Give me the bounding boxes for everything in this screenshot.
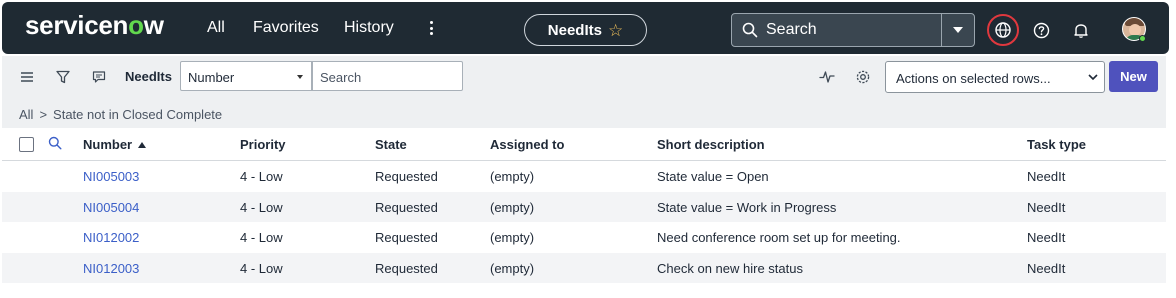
breadcrumb: All > State not in Closed Complete xyxy=(2,98,1166,128)
chevron-down-icon xyxy=(1088,74,1098,81)
new-button[interactable]: New xyxy=(1109,61,1158,92)
context-pill-label: NeedIts xyxy=(547,21,602,39)
cell-assigned-to: (empty) xyxy=(490,169,535,184)
global-search[interactable]: Search xyxy=(731,13,975,47)
nav-history[interactable]: History xyxy=(344,19,394,37)
list-search-input[interactable]: Search xyxy=(312,61,463,91)
comment-icon xyxy=(92,71,106,83)
cell-task-type: NeedIt xyxy=(1027,230,1066,245)
list-settings-button[interactable] xyxy=(853,67,873,87)
search-icon xyxy=(48,136,62,150)
record-number-link[interactable]: NI005003 xyxy=(83,169,139,184)
column-header-short-description[interactable]: Short description xyxy=(657,137,765,152)
cell-state: Requested xyxy=(375,169,438,184)
cell-task-type: NeedIt xyxy=(1027,260,1066,276)
table-footer-spacer xyxy=(2,283,1166,298)
cell-task-type: NeedIt xyxy=(1027,169,1066,184)
column-search-button[interactable] xyxy=(48,136,62,155)
actions-select-value: Actions on selected rows... xyxy=(896,71,1051,86)
column-header-task-type[interactable]: Task type xyxy=(1027,137,1086,152)
actions-select[interactable]: Actions on selected rows... xyxy=(885,61,1105,93)
menu-icon xyxy=(21,72,33,82)
cell-assigned-to: (empty) xyxy=(490,260,535,276)
breadcrumb-all[interactable]: All xyxy=(19,107,33,122)
column-header-state[interactable]: State xyxy=(375,137,407,152)
list-search-placeholder: Search xyxy=(320,70,362,85)
column-header-priority[interactable]: Priority xyxy=(240,137,286,152)
comments-button[interactable] xyxy=(89,67,109,87)
cell-short-description: State value = Work in Progress xyxy=(657,199,837,215)
select-all-checkbox[interactable] xyxy=(19,137,34,152)
global-search-input[interactable]: Search xyxy=(732,14,941,46)
table-row: NI005004 4 - Low Requested (empty) State… xyxy=(2,191,1166,222)
search-field-select-value: Number xyxy=(188,70,235,85)
bell-icon xyxy=(1074,23,1088,38)
cell-short-description: Check on new hire status xyxy=(657,260,803,276)
search-scope-dropdown[interactable] xyxy=(941,14,974,46)
top-navigation-bar: servicenow All Favorites History NeedIts… xyxy=(2,2,1169,54)
activity-icon xyxy=(819,71,835,83)
cell-priority: 4 - Low xyxy=(240,260,283,276)
cell-task-type: NeedIt xyxy=(1027,199,1066,215)
servicenow-logo[interactable]: servicenow xyxy=(25,10,164,41)
chevron-down-icon xyxy=(297,75,303,79)
gear-icon xyxy=(856,70,870,84)
search-icon xyxy=(742,22,758,38)
sort-ascending-icon xyxy=(138,142,147,148)
cell-short-description: Need conference room set up for meeting. xyxy=(657,230,901,245)
cell-assigned-to: (empty) xyxy=(490,199,535,215)
table-row: NI005003 4 - Low Requested (empty) State… xyxy=(2,161,1166,192)
activity-button[interactable] xyxy=(817,67,837,87)
nav-all[interactable]: All xyxy=(207,19,225,37)
help-button[interactable] xyxy=(1025,14,1057,46)
globe-icon xyxy=(995,22,1011,38)
filter-icon xyxy=(56,70,70,84)
list-menu-button[interactable] xyxy=(17,67,37,87)
cell-priority: 4 - Low xyxy=(240,199,283,215)
chevron-down-icon xyxy=(953,27,963,33)
table-header: Number Priority State Assigned to Short … xyxy=(2,128,1166,161)
record-number-link[interactable]: NI012003 xyxy=(83,261,139,276)
cell-state: Requested xyxy=(375,199,438,215)
filter-button[interactable] xyxy=(53,67,73,87)
search-field-select[interactable]: Number xyxy=(180,61,312,91)
breadcrumb-separator: > xyxy=(39,107,48,122)
top-navigation: servicenow All Favorites History NeedIts… xyxy=(0,0,1176,56)
help-icon xyxy=(1033,22,1049,38)
cell-assigned-to: (empty) xyxy=(490,230,535,245)
cell-priority: 4 - Low xyxy=(240,230,283,245)
column-header-assigned-to[interactable]: Assigned to xyxy=(490,137,564,152)
column-header-number[interactable]: Number xyxy=(83,137,147,152)
cell-state: Requested xyxy=(375,230,438,245)
list-toolbar: NeedIts Number Search Actions on selecte… xyxy=(2,56,1166,98)
cell-state: Requested xyxy=(375,260,438,276)
table-row: NI012003 4 - Low Requested (empty) Check… xyxy=(2,252,1166,283)
cell-short-description: State value = Open xyxy=(657,169,769,184)
globe-button[interactable] xyxy=(987,14,1019,46)
record-number-link[interactable]: NI005004 xyxy=(83,200,139,215)
presence-indicator xyxy=(1139,35,1146,42)
cell-priority: 4 - Low xyxy=(240,169,283,184)
star-icon[interactable]: ☆ xyxy=(608,22,623,39)
context-pill[interactable]: NeedIts ☆ xyxy=(524,14,647,46)
table-row: NI012002 4 - Low Requested (empty) Need … xyxy=(2,222,1166,253)
nav-favorites[interactable]: Favorites xyxy=(253,19,319,37)
global-search-placeholder: Search xyxy=(766,21,817,38)
notifications-button[interactable] xyxy=(1065,14,1097,46)
more-menu-icon[interactable] xyxy=(426,18,436,38)
record-number-link[interactable]: NI012002 xyxy=(83,230,139,245)
records-table: Number Priority State Assigned to Short … xyxy=(2,128,1166,298)
breadcrumb-filter[interactable]: State not in Closed Complete xyxy=(53,107,222,122)
list-title: NeedIts xyxy=(125,69,172,84)
